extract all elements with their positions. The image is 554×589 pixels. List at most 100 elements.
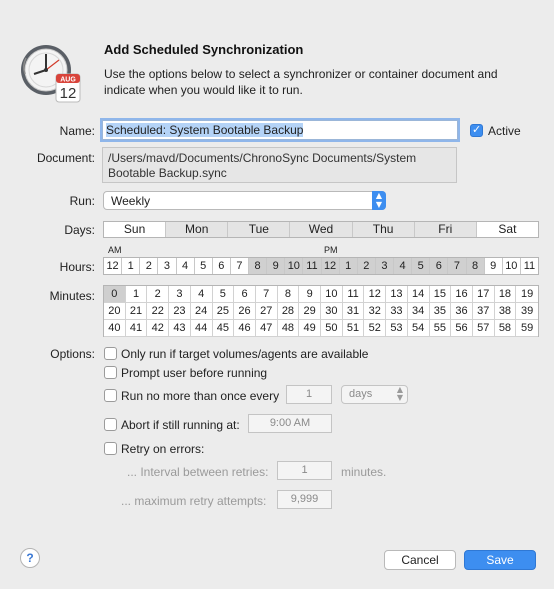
hour-cell[interactable]: 10	[502, 258, 521, 274]
run-no-more-unit-popup[interactable]: days ▲ ▼	[341, 385, 408, 404]
cancel-button[interactable]: Cancel	[384, 550, 456, 570]
hour-cell[interactable]: 9	[484, 258, 503, 274]
save-button[interactable]: Save	[464, 550, 536, 570]
day-mon[interactable]: Mon	[166, 222, 229, 237]
minute-cell[interactable]: 12	[364, 286, 387, 303]
abort-checkbox[interactable]	[104, 418, 117, 431]
minute-cell[interactable]: 37	[472, 303, 495, 320]
minute-cell[interactable]: 47	[255, 320, 278, 337]
minute-cell[interactable]: 6	[234, 286, 256, 303]
minute-cell[interactable]: 13	[386, 286, 408, 303]
minute-cell[interactable]: 35	[429, 303, 452, 320]
hour-cell[interactable]: 1	[122, 258, 141, 274]
hour-cell[interactable]: 1	[339, 258, 358, 274]
hour-cell[interactable]: 2	[357, 258, 376, 274]
hour-cell[interactable]: 11	[303, 258, 322, 274]
minute-cell[interactable]: 58	[494, 320, 517, 337]
minute-cell[interactable]: 33	[386, 303, 408, 320]
minute-cell[interactable]: 39	[516, 303, 538, 320]
run-frequency-popup[interactable]: Weekly ▲ ▼	[103, 191, 386, 210]
hour-cell[interactable]: 6	[430, 258, 449, 274]
minute-cell[interactable]: 59	[516, 320, 538, 337]
minute-cell[interactable]: 2	[147, 286, 170, 303]
minute-cell[interactable]: 50	[321, 320, 343, 337]
minute-cell[interactable]: 3	[169, 286, 191, 303]
run-no-more-checkbox[interactable]	[104, 389, 117, 402]
minute-cell[interactable]: 24	[190, 303, 213, 320]
minute-cell[interactable]: 29	[299, 303, 321, 320]
minute-cell[interactable]: 26	[234, 303, 256, 320]
minute-cell[interactable]: 44	[190, 320, 213, 337]
minute-cell[interactable]: 45	[212, 320, 235, 337]
abort-time-input[interactable]: 9:00 AM	[248, 414, 332, 433]
hour-cell[interactable]: 9	[267, 258, 286, 274]
minute-cell[interactable]: 49	[299, 320, 321, 337]
minute-cell[interactable]: 22	[147, 303, 170, 320]
minute-cell[interactable]: 38	[494, 303, 517, 320]
minute-cell[interactable]: 30	[321, 303, 343, 320]
minute-cell[interactable]: 16	[451, 286, 473, 303]
minute-cell[interactable]: 10	[321, 286, 343, 303]
minute-cell[interactable]: 28	[277, 303, 300, 320]
minute-cell[interactable]: 51	[342, 320, 365, 337]
hour-cell[interactable]: 10	[285, 258, 304, 274]
minute-cell[interactable]: 55	[429, 320, 452, 337]
day-thu[interactable]: Thu	[352, 222, 415, 237]
hour-cell[interactable]: 5	[412, 258, 431, 274]
minute-cell[interactable]: 0	[104, 286, 126, 303]
hour-cell[interactable]: 8	[249, 258, 268, 274]
minute-cell[interactable]: 5	[212, 286, 235, 303]
day-fri[interactable]: Fri	[414, 222, 477, 237]
document-path-field[interactable]: /Users/mavd/Documents/ChronoSync Documen…	[102, 147, 457, 183]
minute-cell[interactable]: 18	[494, 286, 517, 303]
minute-cell[interactable]: 32	[364, 303, 387, 320]
minute-cell[interactable]: 20	[104, 303, 126, 320]
hour-cell[interactable]: 2	[140, 258, 159, 274]
hour-cell[interactable]: 11	[520, 258, 538, 274]
minute-cell[interactable]: 23	[169, 303, 191, 320]
minute-cell[interactable]: 8	[277, 286, 300, 303]
help-button[interactable]: ?	[20, 548, 40, 568]
hour-cell[interactable]: 12	[104, 258, 123, 274]
minute-cell[interactable]: 17	[472, 286, 495, 303]
minute-cell[interactable]: 11	[342, 286, 365, 303]
minute-cell[interactable]: 27	[255, 303, 278, 320]
minute-cell[interactable]: 19	[516, 286, 538, 303]
minute-cell[interactable]: 41	[125, 320, 148, 337]
name-input[interactable]: Scheduled: System Bootable Backup	[102, 120, 458, 140]
minute-cell[interactable]: 36	[451, 303, 473, 320]
minute-cell[interactable]: 9	[299, 286, 321, 303]
minute-cell[interactable]: 53	[386, 320, 408, 337]
day-tue[interactable]: Tue	[228, 222, 291, 237]
minute-cell[interactable]: 21	[125, 303, 148, 320]
minute-cell[interactable]: 14	[407, 286, 430, 303]
max-retry-input[interactable]: 9,999	[277, 490, 332, 509]
hour-cell[interactable]: 7	[448, 258, 467, 274]
hour-cell[interactable]: 12	[321, 258, 340, 274]
minute-cell[interactable]: 46	[234, 320, 256, 337]
hour-cell[interactable]: 8	[466, 258, 485, 274]
minute-cell[interactable]: 7	[255, 286, 278, 303]
prompt-user-checkbox[interactable]	[104, 366, 117, 379]
minute-cell[interactable]: 25	[212, 303, 235, 320]
hour-cell[interactable]: 4	[394, 258, 413, 274]
run-no-more-interval-input[interactable]: 1	[286, 385, 332, 404]
hour-cell[interactable]: 4	[176, 258, 195, 274]
minute-cell[interactable]: 15	[429, 286, 452, 303]
minute-cell[interactable]: 52	[364, 320, 387, 337]
hour-cell[interactable]: 7	[230, 258, 249, 274]
minute-cell[interactable]: 4	[190, 286, 213, 303]
minute-cell[interactable]: 31	[342, 303, 365, 320]
interval-input[interactable]: 1	[277, 461, 332, 480]
hour-cell[interactable]: 6	[212, 258, 231, 274]
hour-cell[interactable]: 5	[194, 258, 213, 274]
minute-cell[interactable]: 34	[407, 303, 430, 320]
active-checkbox[interactable]	[470, 123, 483, 137]
hour-cell[interactable]: 3	[375, 258, 394, 274]
day-sat[interactable]: Sat	[476, 222, 538, 237]
minute-cell[interactable]: 57	[472, 320, 495, 337]
hour-cell[interactable]: 3	[158, 258, 177, 274]
minute-cell[interactable]: 43	[169, 320, 191, 337]
minute-cell[interactable]: 54	[407, 320, 430, 337]
minute-cell[interactable]: 48	[277, 320, 300, 337]
